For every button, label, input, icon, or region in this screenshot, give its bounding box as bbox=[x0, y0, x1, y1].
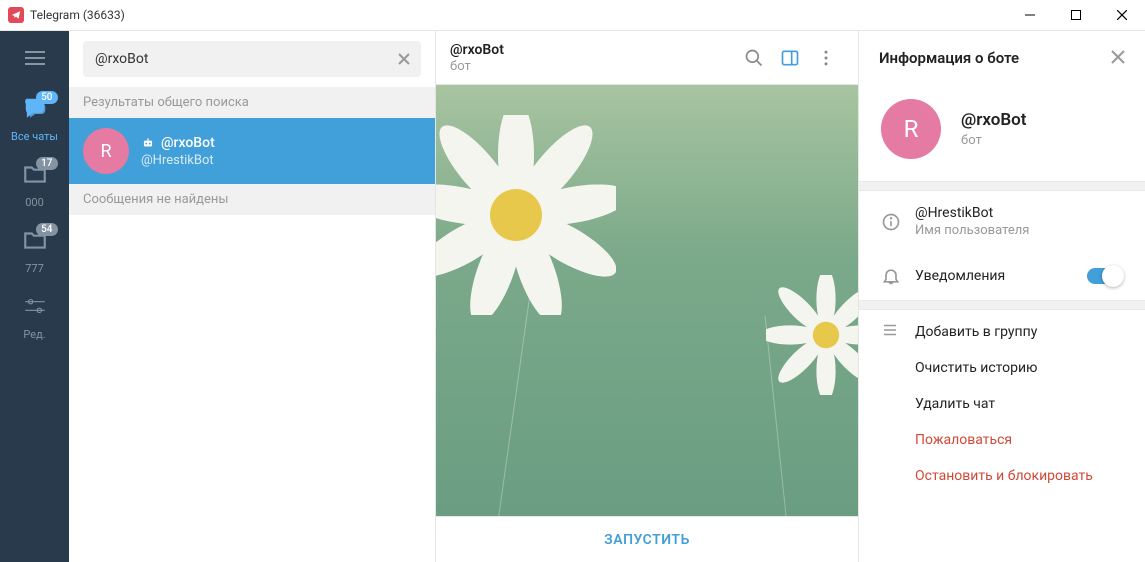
folder-edit[interactable]: Ред. bbox=[0, 283, 69, 349]
notifications-label: Уведомления bbox=[915, 268, 1087, 284]
window-minimize-button[interactable] bbox=[1007, 0, 1053, 31]
background-flower bbox=[436, 115, 616, 315]
clear-search-button[interactable] bbox=[395, 50, 413, 68]
search-result-item[interactable]: R @rxoBot @HrestikBot bbox=[69, 118, 435, 184]
action-label: Остановить и блокировать bbox=[915, 468, 1093, 484]
folder-icon: 17 bbox=[22, 161, 48, 190]
add-to-group-button[interactable]: Добавить в группу bbox=[859, 310, 1145, 350]
list-icon bbox=[881, 321, 899, 343]
chat-list-column: Результаты общего поиска R @rxoBot @Hres… bbox=[69, 31, 436, 562]
stop-block-button[interactable]: Остановить и блокировать bbox=[859, 458, 1145, 494]
background-flower bbox=[766, 275, 858, 395]
report-button[interactable]: Пожаловаться bbox=[859, 422, 1145, 458]
chat-title: @rxoBot bbox=[450, 42, 736, 58]
action-label: Пожаловаться bbox=[915, 432, 1012, 448]
chats-icon: 50 bbox=[22, 95, 48, 124]
folder-all-chats[interactable]: 50 Все чаты bbox=[0, 85, 69, 151]
profile-block: R @rxoBot бот bbox=[859, 85, 1145, 181]
start-bot-button[interactable]: ЗАПУСТИТЬ bbox=[436, 516, 858, 562]
result-subtitle: @HrestikBot bbox=[141, 153, 215, 168]
username-row[interactable]: @HrestikBot Имя пользователя bbox=[859, 191, 1145, 252]
info-icon bbox=[881, 212, 915, 232]
username-value: @HrestikBot bbox=[915, 205, 1123, 221]
close-icon bbox=[398, 53, 410, 65]
action-label: Удалить чат bbox=[915, 396, 995, 412]
search-section-nomessages: Сообщения не найдены bbox=[69, 184, 435, 215]
profile-name: @rxoBot bbox=[961, 110, 1026, 130]
chat-background bbox=[436, 85, 858, 516]
result-title: @rxoBot bbox=[161, 135, 215, 151]
chat-title-block[interactable]: @rxoBot бот bbox=[450, 42, 736, 74]
action-label: Добавить в группу bbox=[915, 324, 1037, 340]
divider bbox=[859, 181, 1145, 191]
search-input[interactable] bbox=[83, 41, 421, 77]
close-icon bbox=[1111, 50, 1125, 64]
folder-label: Все чаты bbox=[11, 130, 58, 143]
toggle-sidepanel-button[interactable] bbox=[772, 48, 808, 68]
chat-header: @rxoBot бот bbox=[436, 31, 858, 85]
app-icon bbox=[8, 7, 24, 23]
notifications-toggle[interactable] bbox=[1087, 268, 1123, 284]
settings-sliders-icon bbox=[22, 293, 48, 322]
folder-777[interactable]: 54 777 bbox=[0, 217, 69, 283]
clear-history-button[interactable]: Очистить историю bbox=[859, 350, 1145, 386]
close-info-panel-button[interactable] bbox=[1111, 49, 1125, 68]
chat-subtitle: бот bbox=[450, 59, 736, 74]
sidepanel-icon bbox=[780, 48, 800, 68]
folder-rail: 50 Все чаты 17 000 54 777 Ред. bbox=[0, 31, 69, 562]
username-label: Имя пользователя bbox=[915, 223, 1123, 238]
action-label: Очистить историю bbox=[915, 360, 1038, 376]
folder-label: 000 bbox=[25, 196, 44, 209]
folder-label: 777 bbox=[25, 262, 44, 275]
window-titlebar: Telegram (36633) bbox=[0, 0, 1145, 31]
chat-menu-button[interactable] bbox=[808, 48, 844, 68]
search-in-chat-button[interactable] bbox=[736, 48, 772, 68]
divider bbox=[859, 300, 1145, 310]
window-maximize-button[interactable] bbox=[1053, 0, 1099, 31]
folder-badge: 17 bbox=[36, 157, 57, 170]
folder-icon: 54 bbox=[22, 227, 48, 256]
bell-icon bbox=[881, 266, 915, 286]
folder-000[interactable]: 17 000 bbox=[0, 151, 69, 217]
bot-icon bbox=[141, 136, 155, 150]
avatar: R bbox=[83, 128, 129, 174]
profile-sub: бот bbox=[961, 133, 1026, 148]
folder-badge: 54 bbox=[36, 223, 57, 236]
notifications-row[interactable]: Уведомления bbox=[859, 252, 1145, 300]
folder-label: Ред. bbox=[23, 328, 45, 341]
window-title: Telegram (36633) bbox=[30, 8, 125, 22]
chat-column: @rxoBot бот bbox=[436, 31, 859, 562]
window-close-button[interactable] bbox=[1099, 0, 1145, 31]
search-icon bbox=[744, 48, 764, 68]
avatar[interactable]: R bbox=[881, 99, 941, 159]
more-vertical-icon bbox=[816, 48, 836, 68]
info-panel: Информация о боте R @rxoBot бот @Hrestik… bbox=[859, 31, 1145, 562]
delete-chat-button[interactable]: Удалить чат bbox=[859, 386, 1145, 422]
folder-badge: 50 bbox=[36, 91, 57, 104]
info-panel-title: Информация о боте bbox=[879, 49, 1111, 67]
search-section-global: Результаты общего поиска bbox=[69, 87, 435, 118]
menu-button[interactable] bbox=[0, 31, 69, 85]
